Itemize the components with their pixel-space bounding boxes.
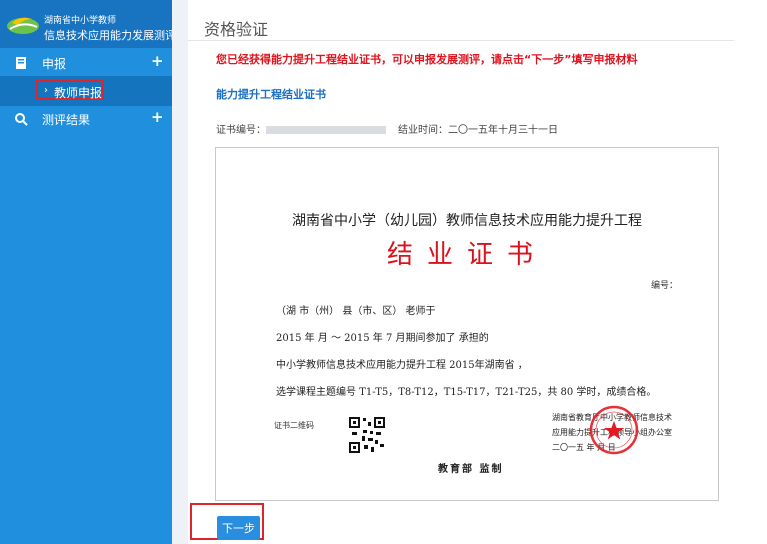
notice-text: 您已经获得能力提升工程结业证书，可以申报发展测评，请点击“下一步”填写申报材料 (216, 53, 638, 66)
main-content: 资格验证 您已经获得能力提升工程结业证书，可以申报发展测评，请点击“下一步”填写… (188, 0, 734, 544)
certificate-line-1: （湖 市（州） 县（市、区） 老师于 (276, 306, 436, 317)
expand-icon[interactable]: + (151, 108, 164, 126)
menu-group-apply-label: 申报 (42, 57, 67, 71)
cert-number-redacted (266, 126, 386, 134)
page-title: 资格验证 (204, 20, 269, 39)
certificate-link[interactable]: 能力提升工程结业证书 (216, 86, 326, 102)
search-icon (15, 113, 28, 126)
certificate-heading: 结业证书 (386, 240, 547, 270)
chevron-right-icon: › (44, 85, 48, 96)
highlight-box: › 教师申报 (36, 80, 104, 100)
expand-icon[interactable]: + (151, 52, 164, 70)
sidebar-item-label: 教师申报 (54, 86, 103, 100)
sidebar-item-teacher-apply[interactable]: › 教师申报 (0, 76, 172, 106)
menu-group-apply[interactable]: 申报 + (0, 50, 172, 76)
title-divider (188, 40, 734, 41)
highlight-box: 下一步 (190, 503, 264, 540)
logo-title-line1: 湖南省中小学教师 (44, 16, 117, 26)
logo-title-line2: 信息技术应用能力发展测评 (44, 29, 176, 42)
certificate-line-4: 选学课程主题编号 T1-T5，T8-T12，T15-T17，T21-T25，共 … (276, 387, 657, 398)
app-logo: 湖南省中小学教师 信息技术应用能力发展测评 (0, 0, 176, 48)
certificate-number: 编号： (650, 281, 678, 291)
next-step-button[interactable]: 下一步 (217, 516, 260, 540)
certificate-line-3: 中小学教师信息技术应用能力提升工程 2015年湖南省 ， (276, 360, 528, 371)
completion-value: 二〇一五年十月三十一日 (448, 125, 558, 136)
certificate-image: 湖南省中小学（幼儿园）教师信息技术应用能力提升工程 结业证书 编号： （湖 市（… (215, 147, 719, 501)
certificate-supervisor: 教育部 监制 (438, 464, 504, 475)
certificate-title: 湖南省中小学（幼儿园）教师信息技术应用能力提升工程 (292, 213, 642, 229)
cert-number-label: 证书编号： (216, 125, 266, 136)
qr-label: 证书二维码 (274, 421, 314, 430)
document-icon (16, 57, 26, 69)
certificate-meta: 证书编号： 结业时间：二〇一五年十月三十一日 (216, 121, 558, 136)
menu-group-results-label: 测评结果 (42, 113, 91, 127)
completion-label: 结业时间： (398, 125, 448, 136)
sidebar-gutter (172, 0, 188, 544)
certificate-line-2: 2015 年 月 ～ 2015 年 7 月期间参加了 承担的 (276, 333, 489, 344)
menu-group-results[interactable]: 测评结果 + (0, 106, 172, 132)
qr-code-icon (348, 416, 386, 454)
logo-icon (7, 17, 39, 34)
sidebar: 湖南省中小学教师 信息技术应用能力发展测评 申报 + › 教师申报 测评结果 + (0, 0, 176, 544)
official-seal-icon (589, 405, 639, 455)
